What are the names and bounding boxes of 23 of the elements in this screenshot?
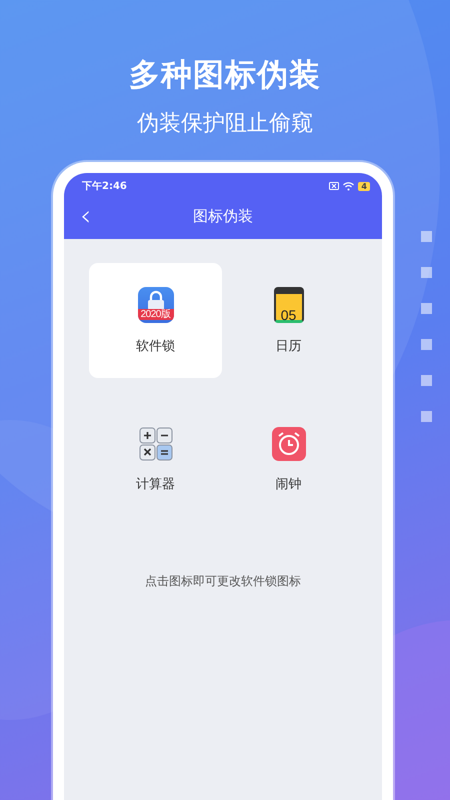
version-label: 2020版 [138, 308, 174, 320]
back-button[interactable]: ‹ [76, 199, 96, 232]
alarm-clock-app-icon [272, 426, 306, 460]
icon-option[interactable]: 2020版 软件锁 [89, 263, 222, 378]
status-time: 下午2:46 [82, 180, 127, 193]
battery-level: 4 [358, 182, 370, 190]
decorative-square [421, 339, 432, 350]
calculator-app-icon [138, 426, 172, 460]
icon-option[interactable]: 计算器 [89, 402, 222, 517]
icon-option[interactable]: 闹钟 [222, 402, 355, 517]
headline: 多种图标伪装 [129, 56, 321, 95]
decorative-square [421, 303, 432, 314]
decorative-square [421, 375, 432, 386]
wifi-icon [343, 182, 354, 190]
screen-title: 图标伪装 [193, 206, 253, 226]
sim-icon [329, 182, 340, 190]
calendar-date: 05 [280, 310, 296, 320]
decorative-square [421, 267, 432, 278]
subheadline: 伪装保护阻止偷窥 [137, 110, 313, 138]
decorative-square [421, 231, 432, 242]
icon-option[interactable]: 05 日历 [222, 263, 355, 378]
decorative-square [421, 411, 432, 422]
hint-text: 点击图标即可更改软件锁图标 [144, 573, 302, 590]
